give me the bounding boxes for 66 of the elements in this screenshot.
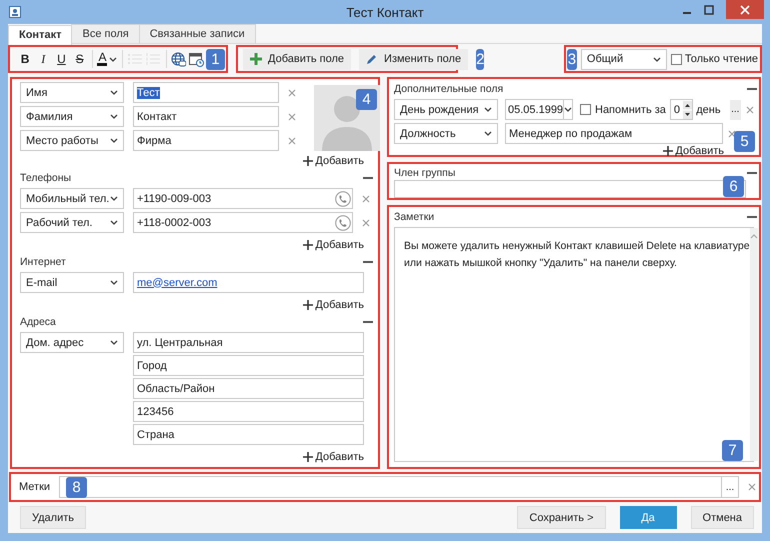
- section-title: Член группы: [394, 166, 456, 178]
- callout-badge: 7: [722, 440, 743, 461]
- unit-label: день: [696, 104, 721, 116]
- phone-field[interactable]: +118-0002-003: [133, 212, 353, 233]
- add-link[interactable]: Добавить: [303, 239, 364, 251]
- more-button[interactable]: ...: [730, 100, 741, 120]
- section-title: Интернет: [20, 256, 66, 268]
- type-dropdown[interactable]: Фамилия: [20, 106, 124, 127]
- text-field[interactable]: Тест: [133, 82, 279, 103]
- text-field[interactable]: Контакт: [133, 106, 279, 127]
- window-title: Тест Контакт: [345, 5, 425, 20]
- type-dropdown[interactable]: Мобильный тел.: [20, 188, 124, 209]
- add-link[interactable]: Добавить: [303, 299, 364, 311]
- phone-field[interactable]: +1190-009-003: [133, 188, 353, 209]
- section-title: Адреса: [20, 316, 56, 328]
- text-color-button[interactable]: A: [96, 49, 120, 69]
- dialog-button[interactable]: Отмена: [690, 506, 754, 529]
- tab[interactable]: Контакт: [8, 25, 72, 46]
- add-field-button[interactable]: Добавить поле: [243, 48, 352, 70]
- dialog-button[interactable]: Сохранить >: [517, 506, 606, 529]
- type-dropdown[interactable]: Дом. адрес: [20, 332, 124, 353]
- email-link[interactable]: me@server.com: [137, 276, 218, 288]
- callout-badge: 2: [476, 48, 484, 70]
- type-dropdown[interactable]: Имя: [20, 82, 124, 103]
- type-dropdown[interactable]: Общий: [580, 48, 667, 70]
- strikethrough-button[interactable]: S: [70, 49, 89, 69]
- type-dropdown[interactable]: Должность: [394, 123, 498, 144]
- callout-badge: 4: [356, 89, 377, 110]
- add-link[interactable]: Добавить: [303, 155, 364, 167]
- italic-button[interactable]: I: [34, 49, 52, 69]
- remind-checkbox[interactable]: Напомнить за: [580, 104, 666, 116]
- type-dropdown[interactable]: День рождения: [394, 99, 498, 120]
- more-button[interactable]: ...: [721, 477, 738, 497]
- type-dropdown[interactable]: Рабочий тел.: [20, 212, 124, 233]
- address-field[interactable]: ул. Центральная: [133, 332, 364, 353]
- address-field[interactable]: Город: [133, 355, 364, 376]
- dialog-button[interactable]: Удалить: [20, 506, 86, 529]
- type-dropdown[interactable]: Место работы: [20, 130, 124, 151]
- text-field[interactable]: Менеджер по продажам: [505, 123, 723, 144]
- text-field[interactable]: Фирма: [133, 130, 279, 151]
- callout-badge: 6: [723, 176, 744, 197]
- read-only-checkbox[interactable]: Только чтение: [670, 53, 758, 65]
- type-dropdown[interactable]: E-mail: [20, 272, 124, 293]
- address-field[interactable]: Область/Район: [133, 378, 364, 399]
- bold-button[interactable]: B: [16, 49, 34, 69]
- tab[interactable]: Все поля: [71, 24, 140, 43]
- underline-button[interactable]: U: [52, 49, 71, 69]
- callout-badge: 1: [206, 48, 225, 70]
- add-link[interactable]: Добавить: [303, 451, 364, 463]
- tab[interactable]: Связанные записи: [138, 24, 256, 43]
- edit-field-button[interactable]: Изменить поле: [359, 48, 468, 70]
- address-field[interactable]: Страна: [133, 424, 364, 445]
- email-field[interactable]: me@server.com: [133, 272, 364, 293]
- tags-field[interactable]: 8 ...: [59, 476, 739, 498]
- date-picker[interactable]: 05.05.1999: [505, 99, 573, 120]
- section-title: Заметки: [394, 211, 434, 223]
- callout-badge: 3: [567, 48, 577, 70]
- callout-badge: 5: [734, 131, 755, 152]
- add-link[interactable]: Добавить: [663, 144, 724, 156]
- section-title: Телефоны: [20, 172, 72, 184]
- callout-badge: 8: [66, 476, 88, 498]
- section-title: Дополнительные поля: [394, 83, 504, 95]
- address-field[interactable]: 123456: [133, 401, 364, 422]
- number-spinner[interactable]: 0: [670, 99, 694, 120]
- tags-label: Метки: [19, 481, 50, 493]
- notes-text: Вы можете удалить ненужный Контакт клавишей Delete на клавиатуре или нажать мышкой кнопку "Удалить" на панели сверху.: [404, 239, 750, 271]
